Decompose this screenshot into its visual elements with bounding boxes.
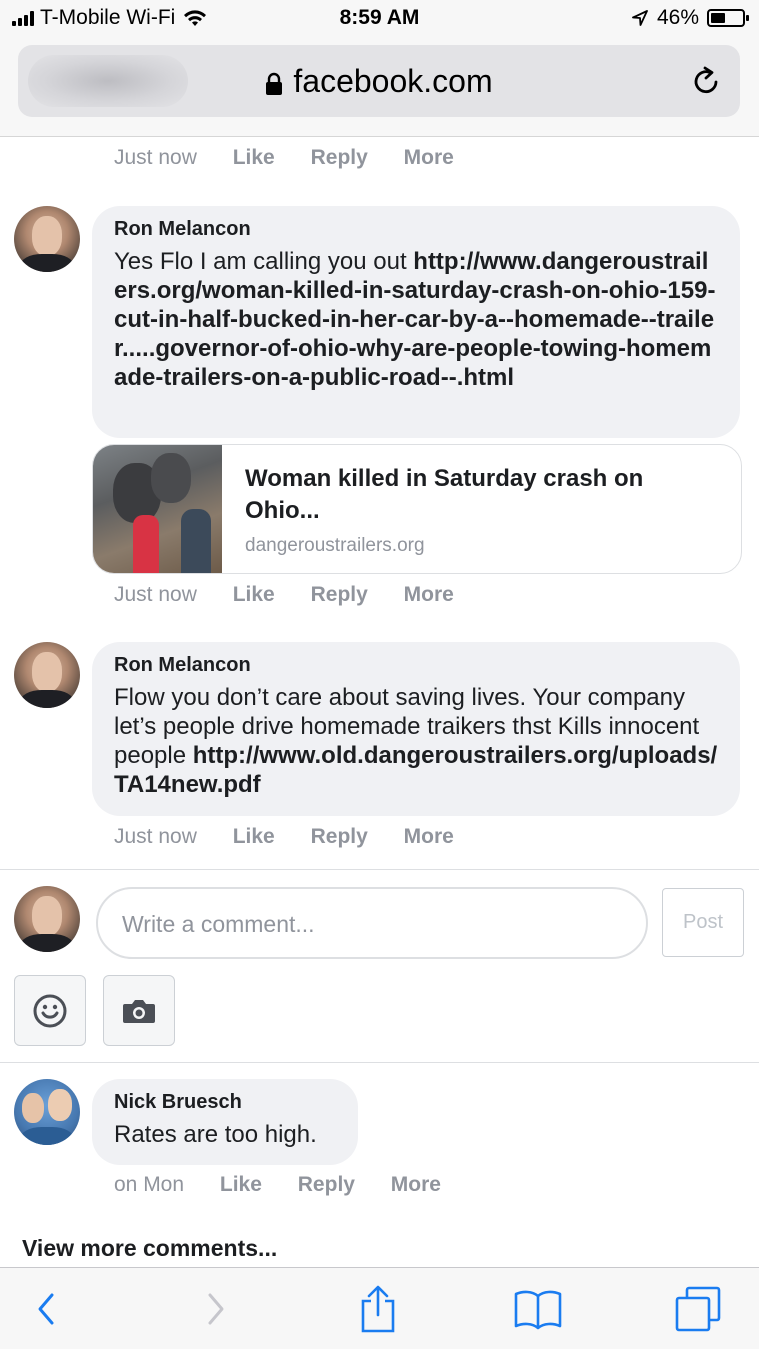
comment-meta: Just now Like Reply More xyxy=(114,146,454,170)
comment-text-plain: Yes Flo I am calling you out xyxy=(114,248,414,275)
smiley-icon xyxy=(33,994,67,1027)
comment-input-wrapper[interactable] xyxy=(96,887,648,959)
comment-author[interactable]: Ron Melancon xyxy=(114,218,718,241)
post-button[interactable]: Post xyxy=(662,888,744,957)
link-preview-thumbnail xyxy=(93,445,222,573)
more-link[interactable]: More xyxy=(404,146,454,170)
comment-author[interactable]: Ron Melancon xyxy=(114,654,718,677)
lock-icon xyxy=(266,72,283,95)
reload-icon[interactable] xyxy=(692,65,722,97)
url-display[interactable]: facebook.com xyxy=(18,63,740,100)
comment-text: Yes Flo I am calling you out http://www.… xyxy=(114,247,718,392)
emoji-button[interactable] xyxy=(14,975,86,1046)
comment-input[interactable] xyxy=(122,907,622,941)
more-link[interactable]: More xyxy=(404,825,454,849)
comment-link[interactable]: http://www.old.dangeroustrailers.org/upl… xyxy=(114,742,717,798)
photo-button[interactable] xyxy=(103,975,175,1046)
comment-bubble: Nick Bruesch Rates are too high. xyxy=(92,1079,358,1165)
avatar[interactable] xyxy=(14,1079,80,1145)
link-preview-card[interactable]: Woman killed in Saturday crash on Ohio..… xyxy=(92,444,742,574)
browser-header: facebook.com xyxy=(0,40,759,137)
comment-text: Rates are too high. xyxy=(114,1121,317,1148)
share-button[interactable] xyxy=(348,1282,408,1336)
like-link[interactable]: Like xyxy=(233,146,275,170)
comment-time: on Mon xyxy=(114,1173,185,1196)
composer-avatar xyxy=(14,886,80,952)
url-domain: facebook.com xyxy=(293,63,493,99)
comment-meta: on Mon Like Reply More xyxy=(114,1173,441,1197)
comment-meta: Just now Like Reply More xyxy=(114,825,454,849)
share-icon xyxy=(361,1285,395,1333)
facebook-mobile-comments-page: T-Mobile Wi-Fi 8:59 AM 46% facebook.com … xyxy=(0,0,759,1349)
status-right: 46% xyxy=(631,6,749,30)
back-button[interactable] xyxy=(16,1282,76,1336)
comment-bubble: Ron Melancon Flow you don’t care about s… xyxy=(92,642,740,816)
avatar[interactable] xyxy=(14,642,80,708)
bookmarks-button[interactable] xyxy=(508,1282,568,1336)
book-icon xyxy=(514,1290,562,1330)
more-link[interactable]: More xyxy=(391,1173,441,1197)
back-chevron-icon xyxy=(38,1293,54,1325)
forward-chevron-icon xyxy=(208,1293,224,1325)
divider xyxy=(0,1062,759,1063)
comment-text: Flow you don’t care about saving lives. … xyxy=(114,683,718,799)
reply-link[interactable]: Reply xyxy=(311,146,368,170)
like-link[interactable]: Like xyxy=(220,1173,262,1197)
like-link[interactable]: Like xyxy=(233,583,275,607)
battery-icon xyxy=(707,9,749,27)
link-preview-title: Woman killed in Saturday crash on Ohio..… xyxy=(245,465,644,524)
location-arrow-icon xyxy=(632,10,648,26)
battery-percent: 46% xyxy=(656,6,699,29)
comment-meta: Just now Like Reply More xyxy=(114,583,454,607)
avatar[interactable] xyxy=(14,206,80,272)
divider xyxy=(0,869,759,870)
status-bar: T-Mobile Wi-Fi 8:59 AM 46% xyxy=(0,0,759,40)
more-link[interactable]: More xyxy=(404,583,454,607)
forward-button[interactable] xyxy=(186,1282,246,1336)
comment-time: Just now xyxy=(114,825,197,848)
tabs-icon xyxy=(675,1286,721,1332)
comment-bubble: Ron Melancon Yes Flo I am calling you ou… xyxy=(92,206,740,438)
comment-time: Just now xyxy=(114,583,197,606)
address-bar[interactable]: facebook.com xyxy=(18,45,740,117)
comment-time: Just now xyxy=(114,146,197,169)
comment-author[interactable]: Nick Bruesch xyxy=(114,1091,336,1114)
tabs-button[interactable] xyxy=(668,1282,728,1336)
browser-toolbar xyxy=(0,1267,759,1349)
reply-link[interactable]: Reply xyxy=(298,1173,355,1197)
like-link[interactable]: Like xyxy=(233,825,275,849)
reply-link[interactable]: Reply xyxy=(311,583,368,607)
view-more-comments-link[interactable]: View more comments... xyxy=(22,1235,277,1262)
link-preview-domain: dangeroustrailers.org xyxy=(245,535,425,556)
camera-icon xyxy=(123,999,155,1023)
reply-link[interactable]: Reply xyxy=(311,825,368,849)
